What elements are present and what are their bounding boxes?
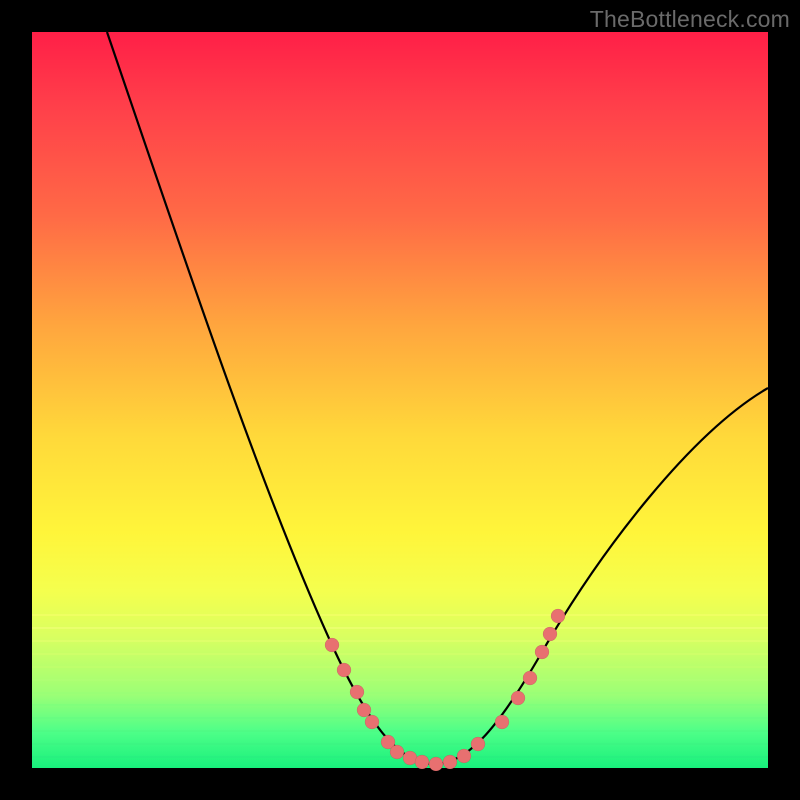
dot xyxy=(325,638,339,652)
dot xyxy=(365,715,379,729)
v-curve xyxy=(107,32,768,764)
watermark-text: TheBottleneck.com xyxy=(590,6,790,33)
outer-black-frame: TheBottleneck.com xyxy=(0,0,800,800)
dot xyxy=(357,703,371,717)
dot xyxy=(429,757,443,771)
dot xyxy=(551,609,565,623)
dot xyxy=(495,715,509,729)
highlight-dots-group xyxy=(325,609,565,771)
dot xyxy=(390,745,404,759)
plot-area xyxy=(32,32,768,768)
dot xyxy=(350,685,364,699)
dot xyxy=(415,755,429,769)
dot xyxy=(543,627,557,641)
dot xyxy=(471,737,485,751)
dot xyxy=(523,671,537,685)
dot xyxy=(337,663,351,677)
dot xyxy=(443,755,457,769)
dot xyxy=(535,645,549,659)
dot xyxy=(511,691,525,705)
bottleneck-curve-svg xyxy=(32,32,768,768)
dot xyxy=(457,749,471,763)
